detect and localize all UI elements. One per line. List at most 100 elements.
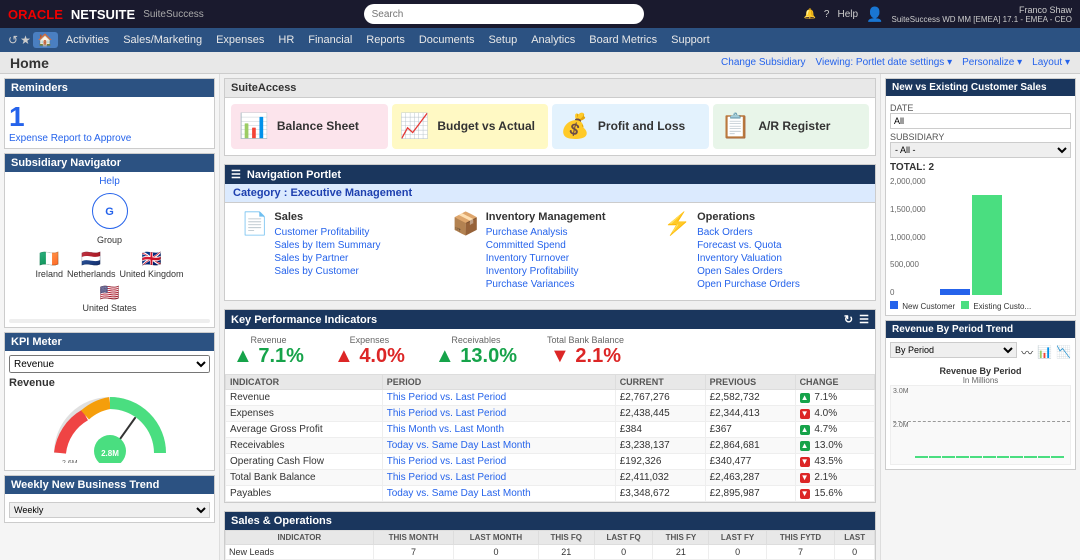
user-info: Franco Shaw SuiteSuccess WD MM [EMEA] 17…: [892, 5, 1073, 24]
user-avatar: 👤: [866, 6, 883, 23]
refresh-icon[interactable]: ↺: [8, 33, 18, 47]
nav-open-purchase-orders[interactable]: Open Purchase Orders: [697, 279, 800, 290]
kpi-row-period[interactable]: This Period vs. Last Period: [382, 454, 615, 470]
suite-card-ar-register[interactable]: 📋 A/R Register: [713, 104, 870, 149]
nav-support[interactable]: Support: [665, 32, 716, 48]
change-badge: ▼: [800, 489, 810, 499]
kpi-bank-balance-summary: Total Bank Balance ▼ 2.1%: [547, 335, 624, 368]
kpi-row-period[interactable]: This Period vs. Last Period: [382, 470, 615, 486]
revenue-trend-body: By Period By Month 〰 📊 📉 Revenue By Peri…: [886, 338, 1075, 469]
weekly-trend-select[interactable]: Weekly Monthly: [9, 502, 210, 518]
kpi-row-current: £2,438,445: [615, 406, 705, 422]
kpi-row-period[interactable]: This Period vs. Last Period: [382, 406, 615, 422]
kpi-summary: Revenue ▲ 7.1% Expenses ▲ 4.0% Receivabl…: [225, 329, 875, 374]
kpi-row-previous: £367: [705, 422, 795, 438]
flag-uk[interactable]: 🇬🇧United Kingdom: [120, 249, 184, 279]
personalize-link[interactable]: Personalize ▾: [962, 57, 1022, 68]
home-icon[interactable]: 🏠: [33, 32, 58, 48]
nav-inventory-valuation[interactable]: Inventory Valuation: [697, 253, 800, 264]
change-badge: ▲: [800, 425, 810, 435]
suite-success-logo: SuiteSuccess: [143, 9, 204, 20]
nav-sales-by-partner[interactable]: Sales by Partner: [274, 253, 380, 264]
nav-analytics[interactable]: Analytics: [525, 32, 581, 48]
change-subsidiary-link[interactable]: Change Subsidiary: [721, 57, 806, 68]
chart-bars: [940, 177, 1071, 297]
nav-expenses[interactable]: Expenses: [210, 32, 270, 48]
group-icon[interactable]: G: [92, 193, 128, 229]
flag-netherlands[interactable]: 🇳🇱Netherlands: [67, 249, 116, 279]
layout-link[interactable]: Layout ▾: [1032, 57, 1070, 68]
change-badge: ▼: [800, 473, 810, 483]
bell-icon[interactable]: 🔔: [803, 9, 815, 20]
suite-card-profit-loss[interactable]: 💰 Profit and Loss: [552, 104, 709, 149]
flag-us[interactable]: 🇺🇸United States: [82, 283, 136, 313]
nav-documents[interactable]: Documents: [413, 32, 481, 48]
nav-open-sales-orders[interactable]: Open Sales Orders: [697, 266, 800, 277]
date-input[interactable]: [890, 113, 1071, 129]
kpi-revenue-summary: Revenue ▲ 7.1%: [233, 335, 304, 368]
nav-sales-by-customer[interactable]: Sales by Customer: [274, 266, 380, 277]
star-icon[interactable]: ★: [20, 33, 31, 47]
nav-forecast-quota[interactable]: Forecast vs. Quota: [697, 240, 800, 251]
nav-purchase-analysis[interactable]: Purchase Analysis: [486, 227, 606, 238]
trend-period-select[interactable]: By Period By Month: [890, 342, 1017, 358]
nav-customer-profitability[interactable]: Customer Profitability: [274, 227, 380, 238]
kpi-revenue-label: Revenue: [233, 335, 304, 345]
viewing-portlet-settings[interactable]: Viewing: Portlet date settings ▾: [816, 57, 953, 68]
nav-inventory-profitability[interactable]: Inventory Profitability: [486, 266, 606, 277]
nav-activities[interactable]: Activities: [60, 32, 115, 48]
flag-ireland[interactable]: 🇮🇪Ireland: [35, 249, 63, 279]
nav-committed-spend[interactable]: Committed Spend: [486, 240, 606, 251]
trend-bar-icon[interactable]: 📊: [1037, 345, 1052, 359]
kpi-revenue-value: ▲ 7.1%: [233, 345, 304, 368]
kpi-row-period[interactable]: Today vs. Same Day Last Month: [382, 438, 615, 454]
kpi-meter-chart-title: Revenue: [9, 377, 210, 389]
total-display: TOTAL: 2: [890, 162, 1071, 173]
flags-container: 🇮🇪Ireland 🇳🇱Netherlands 🇬🇧United Kingdom…: [9, 249, 210, 313]
kpi-row-period[interactable]: This Month vs. Last Month: [382, 422, 615, 438]
navigation-portlet-header: ☰ Navigation Portlet: [225, 165, 875, 184]
kpi-row-period[interactable]: Today vs. Same Day Last Month: [382, 486, 615, 502]
kpi-table-row: Receivables Today vs. Same Day Last Mont…: [226, 438, 875, 454]
kpi-row-change: ▲ 13.0%: [795, 438, 874, 454]
sales-icon: 📄: [241, 211, 268, 237]
help-label[interactable]: Help: [837, 9, 858, 20]
reminder-text[interactable]: Expense Report to Approve: [9, 133, 210, 144]
new-customer-legend-dot: [890, 301, 898, 309]
trend-line-icon[interactable]: 📉: [1056, 345, 1071, 359]
kpi-expenses-value: ▲ 4.0%: [334, 345, 405, 368]
nav-financial[interactable]: Financial: [302, 32, 358, 48]
kpi-menu-icon[interactable]: ☰: [859, 313, 869, 326]
help-icon[interactable]: ?: [824, 9, 830, 20]
nav-sales-marketing[interactable]: Sales/Marketing: [117, 32, 208, 48]
kpi-row-period[interactable]: This Period vs. Last Period: [382, 390, 615, 406]
kpi-row-current: £2,411,032: [615, 470, 705, 486]
trend-bar-10: [1038, 456, 1051, 458]
sales-col-last-month: LAST MONTH: [454, 531, 538, 545]
kpi-refresh-icon[interactable]: ↻: [844, 313, 853, 326]
nav-purchase-variances[interactable]: Purchase Variances: [486, 279, 606, 290]
search-input[interactable]: [364, 4, 644, 24]
subsidiary-help-link[interactable]: Help: [9, 176, 210, 187]
nav-reports[interactable]: Reports: [360, 32, 411, 48]
nav-back-orders[interactable]: Back Orders: [697, 227, 800, 238]
reminder-count[interactable]: 1: [9, 101, 210, 133]
trend-bar-6: [983, 456, 996, 458]
nav-inventory-turnover[interactable]: Inventory Turnover: [486, 253, 606, 264]
kpi-row-indicator: Receivables: [226, 438, 383, 454]
reminders-portlet: Reminders 1 Expense Report to Approve: [4, 78, 215, 149]
kpi-table-row: Total Bank Balance This Period vs. Last …: [226, 470, 875, 486]
subsidiary-select[interactable]: - All -: [890, 142, 1071, 158]
nav-setup[interactable]: Setup: [482, 32, 523, 48]
nav-sales-by-item[interactable]: Sales by Item Summary: [274, 240, 380, 251]
suite-card-budget-vs-actual[interactable]: 📈 Budget vs Actual: [392, 104, 549, 149]
profit-loss-icon: 💰: [560, 112, 590, 141]
sales-operations-portlet: Sales & Operations INDICATOR THIS MONTH …: [224, 511, 876, 560]
trend-wave-icon[interactable]: 〰: [1021, 344, 1033, 361]
kpi-meter-select[interactable]: Revenue Expenses Profit: [9, 355, 210, 373]
nav-hr[interactable]: HR: [272, 32, 300, 48]
nav-board-metrics[interactable]: Board Metrics: [583, 32, 663, 48]
ar-register-icon: 📋: [721, 112, 751, 141]
suite-card-balance-sheet[interactable]: 📊 Balance Sheet: [231, 104, 388, 149]
nav-section-operations: ⚡ Operations Back Orders Forecast vs. Qu…: [656, 211, 867, 292]
